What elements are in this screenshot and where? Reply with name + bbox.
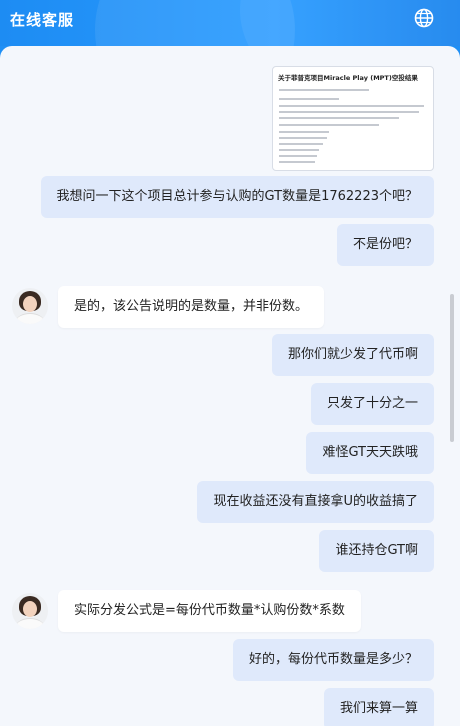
- message-bubble-outgoing: 我们来算一算: [323, 688, 434, 726]
- message-bubble-outgoing: 我想问一下这个项目总计参与认购的GT数量是1762223个吧？: [40, 176, 434, 218]
- announcement-image-title: 关于菲普克项目Miracle Play (MPT)空投结果: [278, 74, 418, 82]
- message-bubble-outgoing: 那你们就少发了代币啊: [271, 334, 434, 376]
- chat-area[interactable]: 关于菲普克项目Miracle Play (MPT)空投结果 我想问一下这个项目总…: [0, 46, 460, 726]
- message-bubble-outgoing: 好的，每份代币数量是多少？: [232, 639, 434, 681]
- announcement-image[interactable]: 关于菲普克项目Miracle Play (MPT)空投结果: [272, 66, 434, 171]
- message-bubble-outgoing: 难怪GT天天跌哦: [306, 432, 434, 474]
- message-bubble-outgoing: 只发了十分之一: [310, 383, 434, 425]
- agent-avatar: [12, 288, 48, 324]
- message-bubble-incoming: 是的，该公告说明的是数量，并非份数。: [58, 286, 325, 328]
- message-bubble-incoming: 实际分发公式是=每份代币数量*认购份数*系数: [58, 590, 361, 632]
- message-bubble-outgoing: 现在收益还没有直接拿U的收益搞了: [197, 481, 434, 523]
- message-bubble-outgoing: 谁还持仓GT啊: [319, 530, 434, 572]
- globe-icon[interactable]: [414, 8, 434, 28]
- chat-header: 在线客服: [0, 0, 460, 46]
- page-title: 在线客服: [10, 11, 75, 29]
- message-bubble-outgoing: 不是份吧？: [336, 224, 434, 266]
- agent-avatar: [12, 593, 48, 629]
- scrollbar-thumb[interactable]: [450, 294, 454, 442]
